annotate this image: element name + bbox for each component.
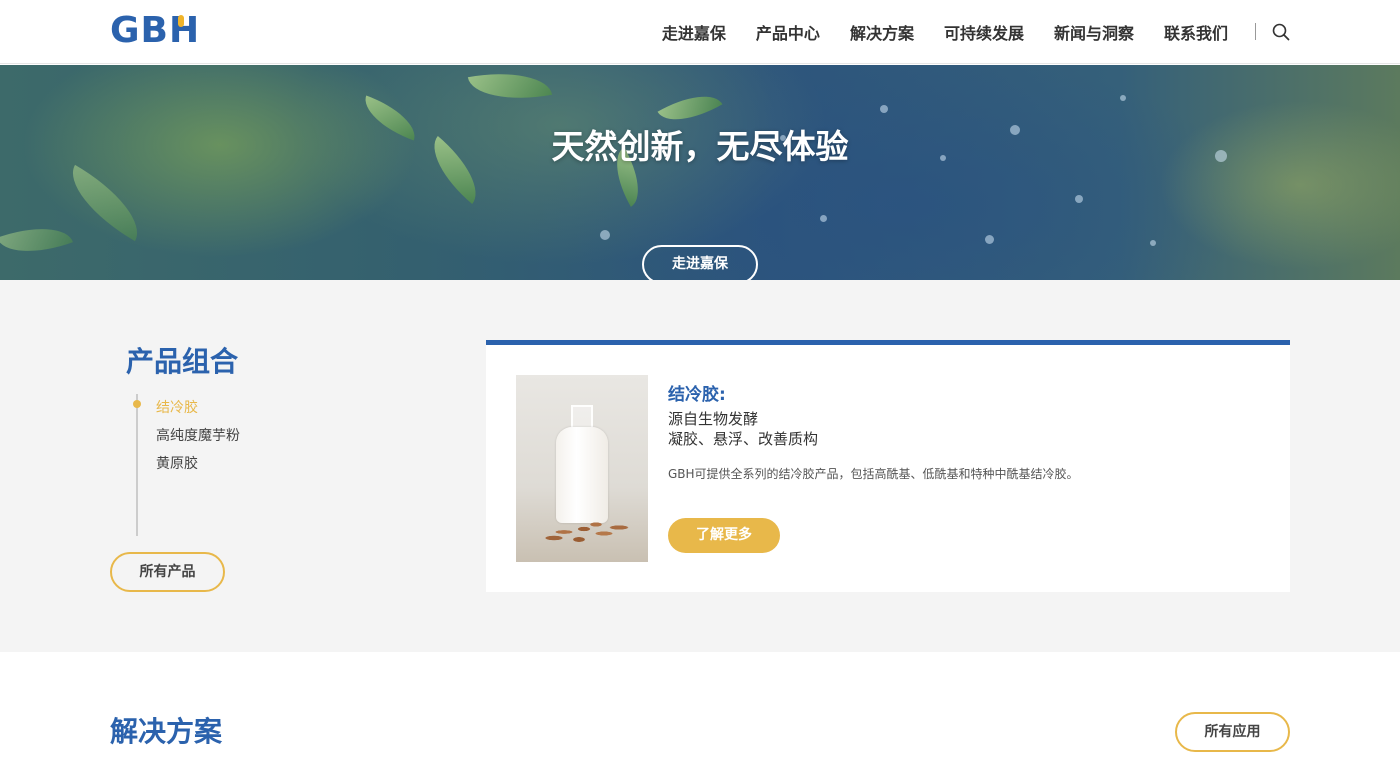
dot-marker-icon xyxy=(133,400,141,408)
all-products-button[interactable]: 所有产品 xyxy=(110,552,225,592)
hero-title: 天然创新，无尽体验 xyxy=(551,127,849,166)
leaf-decoration xyxy=(0,213,74,267)
bokeh-dot xyxy=(600,230,610,240)
leaf-decoration xyxy=(467,65,553,109)
nav-item-contact[interactable]: 联系我们 xyxy=(1164,20,1228,44)
category-item-konjac-powder[interactable]: 高纯度魔芋粉 xyxy=(156,422,240,450)
logo-text: GBH xyxy=(110,10,201,51)
bokeh-dot xyxy=(820,215,827,222)
product-card-subtitle: 源自生物发酵 凝胶、悬浮、改善质构 xyxy=(668,409,818,449)
all-applications-button[interactable]: 所有应用 xyxy=(1175,712,1290,752)
product-card: 结冷胶: 源自生物发酵 凝胶、悬浮、改善质构 GBH可提供全系列的结冷胶产品，包… xyxy=(486,340,1290,592)
product-card-subtitle-line: 源自生物发酵 xyxy=(668,410,759,428)
milk-bottle xyxy=(556,427,608,523)
products-section: 产品组合 结冷胶 高纯度魔芋粉 黄原胶 所有产品 结冷胶: 源自生物发酵 凝胶、… xyxy=(0,280,1400,652)
product-card-subtitle-line: 凝胶、悬浮、改善质构 xyxy=(668,430,819,448)
nav-item-about[interactable]: 走进嘉保 xyxy=(662,20,726,44)
nav-item-solutions[interactable]: 解决方案 xyxy=(850,20,914,44)
category-timeline-line xyxy=(136,394,138,536)
product-card-description: GBH可提供全系列的结冷胶产品，包括高酰基、低酰基和特种中酰基结冷胶。 xyxy=(668,467,1079,481)
products-section-title: 产品组合 xyxy=(126,345,239,378)
bokeh-dot xyxy=(1075,195,1083,203)
hero-banner: 天然创新，无尽体验 走进嘉保 xyxy=(0,65,1400,280)
search-icon[interactable] xyxy=(1271,22,1291,42)
milk-bottle-neck xyxy=(571,405,593,427)
hero-about-button[interactable]: 走进嘉保 xyxy=(642,245,758,280)
nav-item-products[interactable]: 产品中心 xyxy=(756,20,820,44)
nav-item-sustainability[interactable]: 可持续发展 xyxy=(944,20,1024,44)
nav-item-news[interactable]: 新闻与洞察 xyxy=(1054,20,1134,44)
site-header: GBH 走进嘉保 产品中心 解决方案 可持续发展 新闻与洞察 联系我们 xyxy=(0,0,1400,64)
solutions-section-title: 解决方案 xyxy=(110,715,223,748)
learn-more-button[interactable]: 了解更多 xyxy=(668,518,780,553)
nav-divider xyxy=(1255,23,1256,40)
product-card-title: 结冷胶: xyxy=(668,385,726,405)
gbh-logo[interactable]: GBH xyxy=(110,13,200,49)
bokeh-dot xyxy=(880,105,888,113)
leaf-decoration xyxy=(57,164,153,242)
bokeh-dot xyxy=(1120,95,1126,101)
bokeh-dot xyxy=(1150,240,1156,246)
almonds xyxy=(534,517,634,547)
main-nav: 走进嘉保 产品中心 解决方案 可持续发展 新闻与洞察 联系我们 xyxy=(662,0,1228,64)
category-list: 结冷胶 高纯度魔芋粉 黄原胶 xyxy=(156,394,240,478)
bokeh-dot xyxy=(985,235,994,244)
category-item-xanthan-gum[interactable]: 黄原胶 xyxy=(156,450,240,478)
category-item-gellan-gum[interactable]: 结冷胶 xyxy=(156,394,240,422)
product-image xyxy=(516,375,648,562)
